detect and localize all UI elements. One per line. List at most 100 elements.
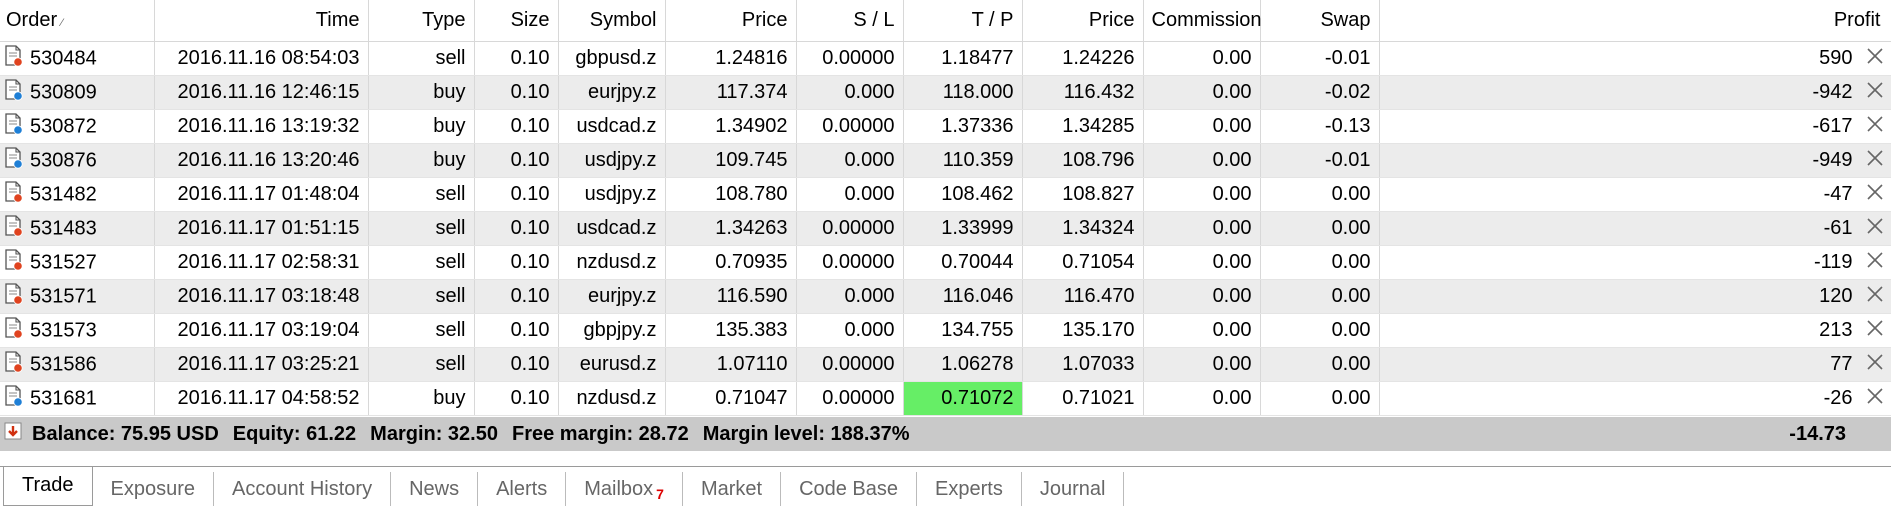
table-row[interactable]: 530484 2016.11.16 08:54:03 sell 0.10 gbpusd.… xyxy=(0,41,1891,76)
cell-time: 2016.11.17 01:48:04 xyxy=(154,177,369,212)
cell-time: 2016.11.16 13:19:32 xyxy=(154,109,369,144)
table-row[interactable]: 530809 2016.11.16 12:46:15 buy 0.10 eurjpy.z… xyxy=(0,75,1891,110)
tab-mailbox[interactable]: Mailbox 7 xyxy=(566,472,683,506)
profit-value: 213 xyxy=(1819,319,1853,341)
table-row[interactable]: 531482 2016.11.17 01:48:04 sell 0.10 usdjpy.… xyxy=(0,177,1891,212)
order-document-icon xyxy=(4,248,24,277)
tab-label: Experts xyxy=(935,478,1003,500)
order-cell: 531681 xyxy=(0,381,155,416)
cell-profit: 590 xyxy=(1379,41,1891,76)
cell-commission: 0.00 xyxy=(1143,279,1261,314)
tab-label: News xyxy=(409,478,460,500)
close-icon[interactable] xyxy=(1865,352,1885,378)
cell-price: 0.71047 xyxy=(665,381,797,416)
cell-time: 2016.11.17 03:25:21 xyxy=(154,347,369,382)
order-number: 531482 xyxy=(30,182,97,205)
close-icon[interactable] xyxy=(1865,216,1885,242)
tab-label: Mailbox xyxy=(584,478,654,500)
close-icon[interactable] xyxy=(1865,182,1885,208)
tab-trade[interactable]: Trade xyxy=(3,467,93,506)
order-cell: 530484 xyxy=(0,41,155,76)
cell-symbol: usdjpy.z xyxy=(558,177,666,212)
order-document-icon xyxy=(4,384,24,413)
cell-profit: -119 xyxy=(1379,245,1891,280)
cell-time: 2016.11.16 13:20:46 xyxy=(154,143,369,178)
profit-value: -942 xyxy=(1812,81,1853,103)
order-document-icon xyxy=(4,44,24,73)
cell-cur: 108.827 xyxy=(1022,177,1144,212)
close-icon[interactable] xyxy=(1865,148,1885,174)
close-icon[interactable] xyxy=(1865,386,1885,412)
cell-swap: 0.00 xyxy=(1260,313,1380,348)
cell-symbol: eurjpy.z xyxy=(558,75,666,110)
column-header-swap[interactable]: Swap xyxy=(1260,0,1380,42)
table-row[interactable]: 531571 2016.11.17 03:18:48 sell 0.10 eurjpy.… xyxy=(0,279,1891,314)
column-header-order[interactable]: Order ⁄ xyxy=(0,0,155,42)
table-row[interactable]: 531573 2016.11.17 03:19:04 sell 0.10 gbpjpy.… xyxy=(0,313,1891,348)
close-icon[interactable] xyxy=(1865,80,1885,106)
column-header-commission[interactable]: Commission xyxy=(1143,0,1262,42)
cell-time: 2016.11.17 03:18:48 xyxy=(154,279,369,314)
order-cell: 531586 xyxy=(0,347,155,382)
cell-profit: 77 xyxy=(1379,347,1891,382)
account-summary-bar[interactable]: Balance: 75.95 USD Equity: 61.22 Margin:… xyxy=(0,417,1891,451)
profit-value: -47 xyxy=(1823,183,1853,205)
cell-symbol: nzdusd.z xyxy=(558,245,666,280)
profit-value: -617 xyxy=(1812,115,1853,137)
cell-tp: 1.33999 xyxy=(903,211,1023,246)
cell-price: 109.745 xyxy=(665,143,797,178)
table-row[interactable]: 531681 2016.11.17 04:58:52 buy 0.10 nzdusd.z… xyxy=(0,381,1891,416)
column-header-profit[interactable]: Profit xyxy=(1379,0,1891,42)
order-document-icon xyxy=(4,180,24,209)
cell-tp: 1.06278 xyxy=(903,347,1023,382)
cell-tp: 118.000 xyxy=(903,75,1023,110)
table-row[interactable]: 530872 2016.11.16 13:19:32 buy 0.10 usdcad.z… xyxy=(0,109,1891,144)
order-cell: 531571 xyxy=(0,279,155,314)
close-icon[interactable] xyxy=(1865,318,1885,344)
collapse-arrow-icon[interactable] xyxy=(4,422,22,446)
table-row[interactable]: 531586 2016.11.17 03:25:21 sell 0.10 eurusd.… xyxy=(0,347,1891,382)
column-header-type[interactable]: Type xyxy=(368,0,475,42)
tab-experts[interactable]: Experts xyxy=(917,472,1022,506)
cell-commission: 0.00 xyxy=(1143,347,1261,382)
cell-price: 116.590 xyxy=(665,279,797,314)
cell-swap: -0.02 xyxy=(1260,75,1380,110)
column-header-tp[interactable]: T / P xyxy=(903,0,1023,42)
cell-symbol: usdcad.z xyxy=(558,211,666,246)
column-header-price[interactable]: Price xyxy=(665,0,797,42)
cell-sl: 0.000 xyxy=(796,177,904,212)
cell-type: sell xyxy=(368,347,475,382)
column-header-sl[interactable]: S / L xyxy=(796,0,904,42)
column-header-current-price[interactable]: Price xyxy=(1022,0,1144,42)
tab-exposure[interactable]: Exposure xyxy=(93,472,215,506)
tab-market[interactable]: Market xyxy=(683,472,782,506)
tab-alerts[interactable]: Alerts xyxy=(478,472,567,506)
cell-size: 0.10 xyxy=(474,279,559,314)
cell-sl: 0.00000 xyxy=(796,41,904,76)
sort-arrow-icon: ⁄ xyxy=(61,17,63,29)
column-header-symbol[interactable]: Symbol xyxy=(558,0,666,42)
tab-news[interactable]: News xyxy=(391,472,479,506)
profit-value: 120 xyxy=(1819,285,1853,307)
table-row[interactable]: 531527 2016.11.17 02:58:31 sell 0.10 nzdusd.… xyxy=(0,245,1891,280)
cell-commission: 0.00 xyxy=(1143,211,1261,246)
tab-account-history[interactable]: Account History xyxy=(214,472,392,506)
close-icon[interactable] xyxy=(1865,284,1885,310)
order-number: 531483 xyxy=(30,216,97,239)
table-row[interactable]: 531483 2016.11.17 01:51:15 sell 0.10 usdcad.… xyxy=(0,211,1891,246)
close-icon[interactable] xyxy=(1865,46,1885,72)
margin-level-text: Margin level: 188.37% xyxy=(702,422,910,445)
cell-tp: 0.71072 xyxy=(903,381,1023,416)
column-header-time[interactable]: Time xyxy=(154,0,369,42)
close-icon[interactable] xyxy=(1865,114,1885,140)
tab-code-base[interactable]: Code Base xyxy=(781,472,918,506)
order-document-icon xyxy=(4,112,24,141)
table-row[interactable]: 530876 2016.11.16 13:20:46 buy 0.10 usdjpy.z… xyxy=(0,143,1891,178)
cell-sl: 0.00000 xyxy=(796,347,904,382)
tab-label: Account History xyxy=(232,478,373,500)
tab-journal[interactable]: Journal xyxy=(1022,472,1125,506)
close-icon[interactable] xyxy=(1865,250,1885,276)
cell-cur: 116.432 xyxy=(1022,75,1144,110)
order-cell: 530872 xyxy=(0,109,155,144)
column-header-size[interactable]: Size xyxy=(474,0,559,42)
